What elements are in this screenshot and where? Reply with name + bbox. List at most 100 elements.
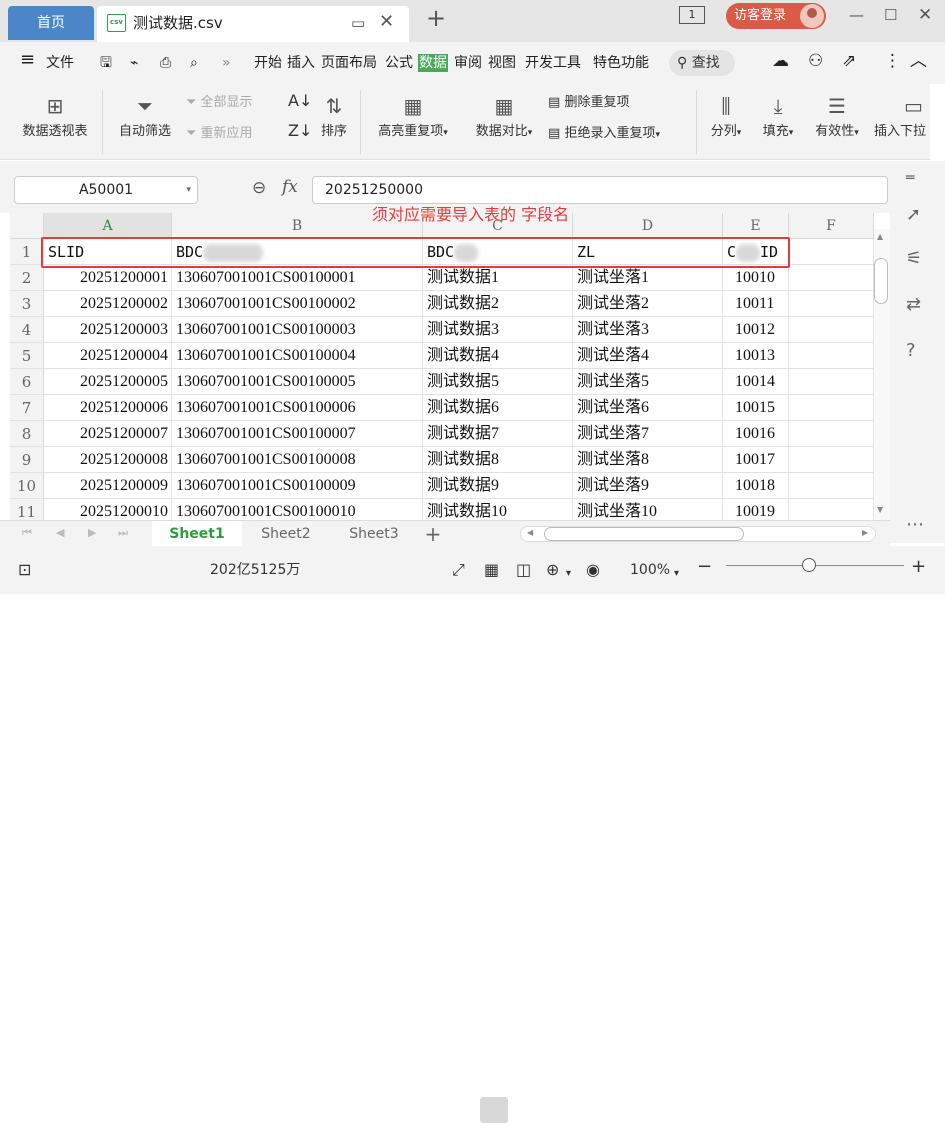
close-tab-icon[interactable]: ✕	[379, 12, 394, 32]
table-cell[interactable]: 130607001001CS00100004	[172, 343, 423, 369]
scroll-up-icon[interactable]: ▲	[877, 232, 883, 241]
table-cell[interactable]: 10014	[723, 369, 789, 395]
row-header[interactable]: 11	[10, 499, 44, 520]
next-sheet-icon[interactable]: ▶	[88, 526, 96, 539]
reapply-button[interactable]: ⏷ 重新应用	[186, 125, 253, 143]
row-header[interactable]: 5	[10, 343, 44, 369]
table-cell[interactable]: 20251200001	[44, 265, 172, 291]
table-cell[interactable]: 10011	[723, 291, 789, 317]
select-all-corner[interactable]	[10, 213, 44, 239]
table-cell[interactable]	[789, 447, 874, 473]
table-cell[interactable]: 130607001001CS00100005	[172, 369, 423, 395]
table-cell[interactable]: 20251200008	[44, 447, 172, 473]
transfer-icon[interactable]: ⇄	[906, 294, 921, 315]
prev-sheet-icon[interactable]: ◀	[56, 526, 64, 539]
table-cell[interactable]: 10010	[723, 265, 789, 291]
table-cell[interactable]: 测试数据7	[423, 421, 573, 447]
table-cell[interactable]: 20251200007	[44, 421, 172, 447]
sort-desc-icon[interactable]: Z↓	[288, 122, 312, 140]
login-button[interactable]: 访客登录	[726, 3, 826, 29]
table-cell[interactable]: 130607001001CS00100006	[172, 395, 423, 421]
column-header-f[interactable]: F	[789, 213, 874, 239]
zoom-level[interactable]: 100%	[630, 560, 670, 580]
table-cell[interactable]: 20251200006	[44, 395, 172, 421]
name-box-dropdown-icon[interactable]: ▾	[186, 177, 191, 203]
table-cell[interactable]: 测试数据4	[423, 343, 573, 369]
first-sheet-icon[interactable]: ⏮	[22, 526, 32, 540]
name-box[interactable]: A50001 ▾	[14, 176, 198, 204]
split-column-button[interactable]: ⫼ 分列▾	[704, 92, 748, 139]
show-all-button[interactable]: ⏷ 全部显示	[186, 94, 253, 112]
table-cell[interactable]	[789, 343, 874, 369]
table-cell[interactable]: 10016	[723, 421, 789, 447]
table-cell[interactable]	[789, 265, 874, 291]
share-out-icon[interactable]: ⇗	[842, 52, 856, 70]
help-icon[interactable]: ?	[906, 340, 916, 361]
menu-item-developer[interactable]: 开发工具	[525, 54, 581, 72]
table-cell[interactable]: 测试坐落4	[573, 343, 723, 369]
table-cell[interactable]: 130607001001CS00100003	[172, 317, 423, 343]
table-cell[interactable]: 130607001001CS00100008	[172, 447, 423, 473]
minimize-icon[interactable]: —	[849, 5, 864, 25]
table-cell[interactable]: 测试坐落10	[573, 499, 723, 520]
table-cell[interactable]	[789, 317, 874, 343]
table-cell[interactable]: 测试坐落8	[573, 447, 723, 473]
menu-file[interactable]: 文件	[46, 54, 74, 72]
sort-button[interactable]: ⇅ 排序	[316, 92, 352, 139]
table-cell[interactable]: 测试坐落2	[573, 291, 723, 317]
table-cell[interactable]: 测试数据9	[423, 473, 573, 499]
menu-item-data[interactable]: 数据	[418, 54, 448, 72]
hamburger-icon[interactable]: ≡	[20, 51, 35, 69]
remove-duplicates-button[interactable]: ▤ 删除重复项	[548, 94, 629, 112]
more-options-icon[interactable]: ⋮	[884, 52, 901, 70]
zoom-dropdown-icon[interactable]: ▾	[674, 564, 679, 584]
table-cell[interactable]: 10018	[723, 473, 789, 499]
view-dropdown-icon[interactable]: ▾	[566, 564, 571, 584]
row-header[interactable]: 1	[10, 239, 44, 265]
menu-item-special[interactable]: 特色功能	[593, 54, 649, 72]
settings-sliders-icon[interactable]: ⚟	[906, 248, 922, 269]
table-cell[interactable]: 20251200003	[44, 317, 172, 343]
table-cell[interactable]: 10015	[723, 395, 789, 421]
insert-dropdown-button[interactable]: ▭ 插入下拉	[874, 92, 930, 139]
eye-protection-icon[interactable]: ◉	[586, 560, 600, 580]
autofilter-button[interactable]: ⏷ 自动筛选	[112, 92, 178, 139]
scroll-right-icon[interactable]: ▶	[862, 528, 868, 537]
row-header[interactable]: 8	[10, 421, 44, 447]
data-compare-button[interactable]: ▦ 数据对比▾	[466, 92, 542, 139]
table-cell[interactable]: 130607001001CS00100009	[172, 473, 423, 499]
highlight-duplicates-button[interactable]: ▦ 高亮重复项▾	[368, 92, 458, 139]
page-layout-view-icon[interactable]: ◫	[516, 560, 531, 580]
page-break-view-icon[interactable]: ⊕	[546, 560, 559, 580]
table-cell[interactable]: 10019	[723, 499, 789, 520]
table-cell[interactable]	[789, 239, 874, 265]
table-cell[interactable]: 测试数据1	[423, 265, 573, 291]
table-cell[interactable]: 测试数据3	[423, 317, 573, 343]
table-cell[interactable]: 测试坐落6	[573, 395, 723, 421]
table-cell[interactable]	[789, 473, 874, 499]
table-cell[interactable]: 测试数据2	[423, 291, 573, 317]
table-cell[interactable]: 130607001001CS00100001	[172, 265, 423, 291]
table-cell[interactable]	[789, 291, 874, 317]
share-icon[interactable]: ⌁	[130, 54, 138, 72]
zoom-in-button[interactable]: +	[911, 557, 926, 577]
table-cell[interactable]: 20251200002	[44, 291, 172, 317]
last-sheet-icon[interactable]: ⏭	[118, 526, 128, 540]
cursor-select-icon[interactable]: ➚	[906, 204, 921, 225]
tab-home[interactable]: 首页	[8, 6, 94, 40]
menu-item-view[interactable]: 视图	[488, 54, 516, 72]
validity-button[interactable]: ☰ 有效性▾	[808, 92, 866, 139]
table-cell[interactable]: 测试坐落5	[573, 369, 723, 395]
collapse-ribbon-icon[interactable]: ︿	[910, 52, 927, 70]
table-cell[interactable]	[789, 421, 874, 447]
row-header[interactable]: 4	[10, 317, 44, 343]
macro-icon[interactable]: ⊡	[18, 560, 31, 580]
pivot-table-button[interactable]: ⊞ 数据透视表	[14, 92, 96, 139]
zoom-search-icon[interactable]: ⊖	[252, 178, 266, 198]
table-cell[interactable]: 测试坐落3	[573, 317, 723, 343]
print-icon[interactable]: ⎙	[160, 54, 171, 72]
fullscreen-icon[interactable]: ⤢	[452, 560, 465, 580]
table-cell[interactable]: 测试数据5	[423, 369, 573, 395]
menu-item-review[interactable]: 审阅	[454, 54, 482, 72]
table-cell[interactable]: 10017	[723, 447, 789, 473]
